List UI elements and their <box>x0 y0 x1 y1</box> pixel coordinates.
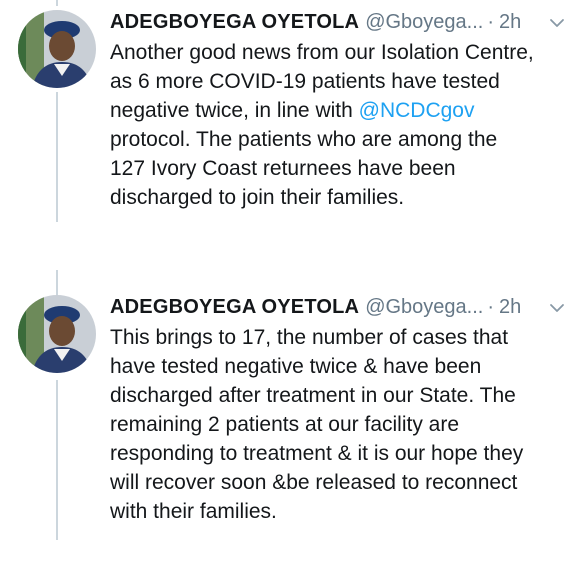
author-name[interactable]: ADEGBOYEGA OYETOLA <box>110 296 359 319</box>
author-name[interactable]: ADEGBOYEGA OYETOLA <box>110 11 359 34</box>
tweet[interactable]: ADEGBOYEGA OYETOLA @Gboyega... · 2h Anot… <box>0 0 586 230</box>
separator: · <box>487 10 495 33</box>
tweet-header: ADEGBOYEGA OYETOLA @Gboyega... · 2h <box>110 293 521 321</box>
tweet-line: will recover soon &be released to reconn… <box>110 471 518 494</box>
tweet-line: negative twice, in line with @NCDCgov <box>110 96 580 125</box>
tweet-line: responding to treatment & it is our hope… <box>110 442 524 465</box>
mention-link[interactable]: @NCDCgov <box>359 99 475 122</box>
tweet-line: as 6 more COVID-19 patients have tested <box>110 70 500 93</box>
tweet-line: remaining 2 patients at our facility are <box>110 413 460 436</box>
tweet[interactable]: ADEGBOYEGA OYETOLA @Gboyega... · 2h This… <box>0 290 586 550</box>
tweet-line: with their families. <box>110 500 277 523</box>
tweet-text: Another good news from our Isolation Cen… <box>110 38 580 212</box>
author-handle[interactable]: @Gboyega... <box>365 296 483 319</box>
user-avatar-photo-icon <box>18 10 96 88</box>
tweet-line: protocol. The patients who are among the <box>110 128 498 151</box>
separator: · <box>487 295 495 318</box>
tweet-line-text: negative twice, in line with <box>110 99 359 122</box>
tweet-line: have tested negative twice & have been <box>110 355 482 378</box>
avatar[interactable] <box>18 10 96 88</box>
avatar[interactable] <box>18 295 96 373</box>
timestamp[interactable]: 2h <box>499 296 521 319</box>
tweet-line: Another good news from our Isolation Cen… <box>110 41 534 64</box>
tweet-line: This brings to 17, the number of cases t… <box>110 326 509 349</box>
author-handle[interactable]: @Gboyega... <box>365 11 483 34</box>
timestamp[interactable]: 2h <box>499 11 521 34</box>
user-avatar-photo-icon <box>18 295 96 373</box>
tweet-text: This brings to 17, the number of cases t… <box>110 323 580 526</box>
tweet-line: 127 Ivory Coast returnees have been <box>110 157 456 180</box>
chevron-down-icon[interactable] <box>548 299 566 317</box>
tweet-line: discharged after treatment in our State.… <box>110 384 516 407</box>
tweet-line: discharged to join their families. <box>110 186 405 209</box>
chevron-down-icon[interactable] <box>548 14 566 32</box>
tweet-header: ADEGBOYEGA OYETOLA @Gboyega... · 2h <box>110 8 521 36</box>
